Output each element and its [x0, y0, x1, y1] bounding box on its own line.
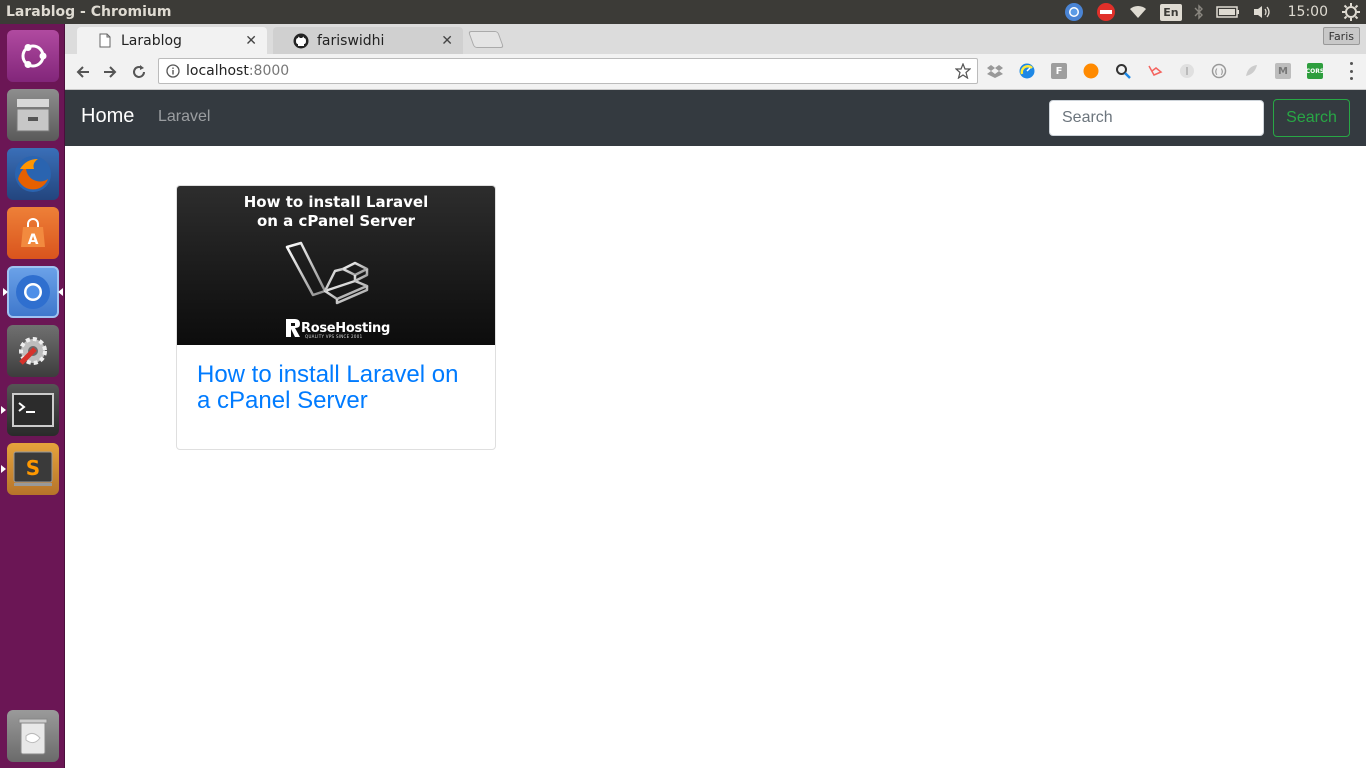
post-image-title-line2: on a cPanel Server: [256, 212, 416, 230]
browser-menu-icon[interactable]: [1348, 62, 1354, 80]
search-button[interactable]: Search: [1273, 99, 1350, 137]
window-title: Larablog - Chromium: [6, 4, 172, 20]
terminal-icon[interactable]: [1, 384, 59, 436]
battery-icon[interactable]: [1215, 0, 1240, 24]
rosehosting-tagline: QUALITY VPS SINCE 2001: [305, 334, 363, 339]
tab-strip: Larablog ✕ fariswidhi ✕ Faris: [65, 24, 1366, 54]
grey-ext-icon[interactable]: [1179, 63, 1195, 79]
svg-text:A: A: [28, 232, 39, 248]
reload-icon[interactable]: [127, 60, 151, 84]
launcher: A S: [0, 24, 65, 768]
back-arrow-icon[interactable]: [71, 60, 95, 84]
profile-button[interactable]: Faris: [1322, 27, 1360, 45]
tab-label: fariswidhi: [317, 32, 385, 49]
tab-label: Larablog: [121, 32, 182, 49]
volume-icon[interactable]: [1252, 0, 1272, 24]
laravel-logo-icon: [285, 241, 369, 305]
firefox-icon[interactable]: [7, 148, 59, 200]
keyboard-layout-icon[interactable]: En: [1160, 3, 1182, 21]
navbar-brand-home[interactable]: Home: [81, 105, 134, 128]
grey-feather-icon[interactable]: [1243, 63, 1259, 79]
info-icon[interactable]: [166, 64, 180, 78]
svg-text:( ): ( ): [1215, 68, 1224, 76]
dropbox-icon[interactable]: [987, 63, 1003, 79]
f-icon[interactable]: F: [1051, 63, 1067, 79]
post-card-body: How to install Laravel on a cPanel Serve…: [197, 362, 477, 414]
github-icon: [293, 33, 309, 49]
sublime-text-icon[interactable]: S: [1, 443, 59, 495]
forward-arrow-icon[interactable]: [98, 60, 122, 84]
post-title-link[interactable]: How to install Laravel on a cPanel Serve…: [197, 362, 477, 414]
rosehosting-r-icon: [286, 319, 300, 337]
files-icon[interactable]: [7, 89, 59, 141]
stop-icon[interactable]: [1096, 0, 1116, 24]
ubuntu-dash-icon[interactable]: [7, 30, 59, 82]
post-image-title: How to install Laravel on a cPanel Serve…: [177, 193, 495, 231]
bookmark-star-icon[interactable]: [955, 63, 971, 79]
m-icon[interactable]: M: [1275, 63, 1291, 79]
rosehosting-logo: RoseHosting QUALITY VPS SINCE 2001: [285, 318, 390, 339]
bluetooth-icon[interactable]: [1194, 0, 1204, 24]
url-port: :8000: [248, 63, 290, 79]
chromium-icon[interactable]: [3, 266, 63, 318]
navbar: Home Laravel Search: [65, 90, 1366, 146]
system-settings-icon[interactable]: [7, 325, 59, 377]
tab-fariswidhi[interactable]: fariswidhi ✕: [273, 27, 463, 54]
url-host: localhost: [186, 63, 249, 79]
orange-dot-icon[interactable]: [1083, 63, 1099, 79]
clock[interactable]: 15:00: [1288, 0, 1328, 24]
software-center-icon[interactable]: A: [7, 207, 59, 259]
post-card: How to install Laravel on a cPanel Serve…: [176, 185, 496, 450]
close-icon[interactable]: ✕: [245, 33, 257, 49]
browser-toolbar: localhost:8000 F ( ) M CORS: [65, 54, 1366, 90]
search-input[interactable]: [1049, 100, 1264, 136]
grey-circle-icon[interactable]: ( ): [1211, 63, 1227, 79]
nav-link-laravel[interactable]: Laravel: [158, 108, 210, 126]
settings-gear-icon[interactable]: [1342, 0, 1360, 24]
tab-larablog[interactable]: Larablog ✕: [77, 27, 267, 54]
svg-text:S: S: [26, 456, 40, 480]
wifi-icon[interactable]: [1128, 0, 1148, 24]
speed-icon[interactable]: [1019, 63, 1035, 79]
close-icon[interactable]: ✕: [441, 33, 453, 49]
trash-icon[interactable]: [7, 710, 59, 762]
new-tab-button[interactable]: [467, 31, 505, 48]
address-bar[interactable]: localhost:8000: [158, 58, 978, 84]
laravel-ext-icon[interactable]: [1147, 63, 1163, 79]
top-panel: Larablog - Chromium En 15:00: [0, 0, 1366, 24]
page-viewport: Home Laravel Search How to install Larav…: [65, 90, 1366, 768]
page-icon: [97, 33, 113, 49]
cors-icon[interactable]: CORS: [1306, 63, 1324, 79]
search-ext-icon[interactable]: [1115, 63, 1131, 79]
post-image-title-line1: How to install Laravel: [243, 193, 429, 211]
system-tray: En 15:00: [1058, 0, 1366, 24]
post-image[interactable]: How to install Laravel on a cPanel Serve…: [177, 186, 495, 345]
chromium-tray-icon[interactable]: [1064, 0, 1084, 24]
